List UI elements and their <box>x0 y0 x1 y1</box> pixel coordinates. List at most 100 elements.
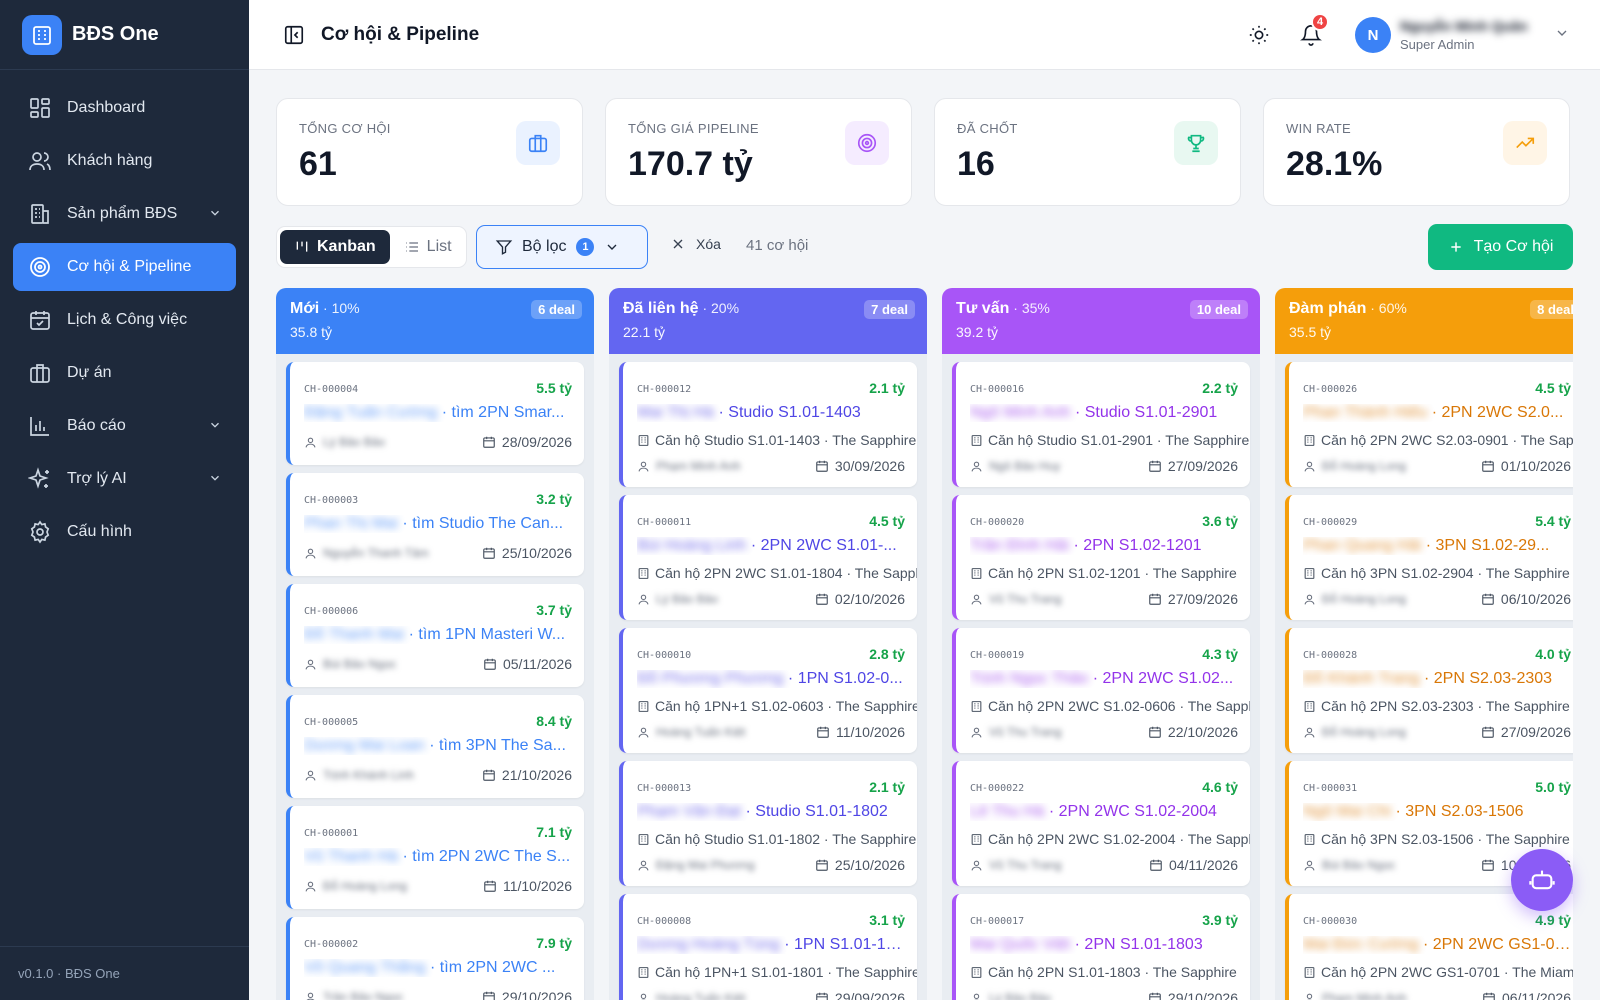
deal-card[interactable]: CH-000006 3.7 tỷ Đỗ Thanh Mai · tìm 1PN … <box>286 584 584 687</box>
deal-card[interactable]: CH-000022 4.6 tỷ Lê Thu Hà · 2PN 2WC S1.… <box>952 761 1250 886</box>
kanban-view-button[interactable]: Kanban <box>280 230 390 264</box>
card-footer: Nguyễn Thanh Tâm 25/10/2026 <box>304 545 572 561</box>
filter-icon <box>495 240 513 255</box>
deal-card[interactable]: CH-000012 2.1 tỷ Mai Thị Hà · Studio S1.… <box>619 362 917 487</box>
chevron-down-icon[interactable] <box>208 206 222 225</box>
due-date: 27/09/2026 <box>1481 724 1571 740</box>
deal-card[interactable]: CH-000029 5.4 tỷ Phan Quang Hải · 3PN S1… <box>1285 495 1573 620</box>
card-footer: Lý Bảo Bảo 02/10/2026 <box>637 591 905 607</box>
target-icon <box>27 254 53 280</box>
user-name: Nguyễn Minh Quân <box>1400 18 1528 34</box>
sidebar-item-calendar[interactable]: Lịch & Công việc <box>13 296 236 344</box>
owner: Lý Bảo Bảo <box>637 592 718 606</box>
deal-card[interactable]: CH-000028 4.0 tỷ Đỗ Khánh Trang · 2PN S2… <box>1285 628 1573 753</box>
deal-title: Ngô Minh Anh · Studio S1.01-2901 <box>970 404 1218 421</box>
due-date-text: 28/09/2026 <box>501 434 572 450</box>
deal-card[interactable]: CH-000005 8.4 tỷ Dương Mai Loan · tìm 3P… <box>286 695 584 798</box>
deal-card[interactable]: CH-000020 3.6 tỷ Trần Đình Hải · 2PN S1.… <box>952 495 1250 620</box>
owner-name: Vũ Thu Trang <box>989 725 1062 739</box>
sidebar-item-projects[interactable]: Dự án <box>13 349 236 397</box>
deal-card[interactable]: CH-000017 3.9 tỷ Mai Quốc Việt · 2PN S1.… <box>952 894 1250 1000</box>
create-deal-button[interactable]: Tạo Cơ hội <box>1428 224 1573 270</box>
chevron-down-icon[interactable] <box>208 471 222 490</box>
deal-card[interactable]: CH-000013 2.1 tỷ Phạm Văn Đạt · Studio S… <box>619 761 917 886</box>
robot-icon <box>1529 870 1555 890</box>
due-date: 11/10/2026 <box>483 878 572 894</box>
sidebar-item-customers[interactable]: Khách hàng <box>13 137 236 185</box>
deal-card[interactable]: CH-000001 7.1 tỷ Vũ Thanh Hà · tìm 2PN 2… <box>286 806 584 909</box>
product-name: Căn hộ 3PN S1.02-2904 · The Sapphire <box>1321 565 1570 581</box>
deal-title: Mai Quốc Việt · 2PN S1.01-1803 <box>970 936 1203 953</box>
sidebar-item-reports[interactable]: Báo cáo <box>13 402 236 450</box>
sidebar-item-ai-assistant[interactable]: Trợ lý AI <box>13 455 236 503</box>
owner-name: Đỗ Hoàng Long <box>1322 725 1407 739</box>
due-date: 06/10/2026 <box>1481 591 1571 607</box>
sidebar-collapse-icon[interactable] <box>282 23 306 47</box>
deal-value: 2.8 tỷ <box>869 646 905 662</box>
deal-card[interactable]: CH-000002 7.9 tỷ Võ Quang Thắng · tìm 2P… <box>286 917 584 1000</box>
owner: Phạm Minh Anh <box>1303 991 1407 1000</box>
stat-value: 16 <box>957 145 995 183</box>
theme-toggle-sun-icon[interactable] <box>1243 19 1275 51</box>
deal-card[interactable]: CH-000008 3.1 tỷ Dương Hoàng Tùng · 1PN … <box>619 894 917 1000</box>
calendar-icon <box>484 658 496 670</box>
deal-title: Phan Thị Mai · tìm Studio The Can... <box>304 515 564 532</box>
bell-icon[interactable]: 4 <box>1295 13 1329 51</box>
calendar-icon <box>816 593 828 605</box>
chevron-down-icon[interactable] <box>208 418 222 437</box>
card-footer: Trần Bảo Ngọc 29/10/2026 <box>304 989 572 1000</box>
calendar-icon <box>484 880 496 892</box>
calendar-icon <box>483 991 495 1000</box>
deal-title-text: 2PN 2WC S1.01-... <box>760 537 897 554</box>
calendar-icon <box>483 547 495 559</box>
ai-assistant-fab[interactable] <box>1511 849 1573 911</box>
owner-name: Bùi Bảo Ngọc <box>1322 858 1396 872</box>
clear-filter-button[interactable]: Xóa <box>670 236 721 252</box>
user-icon <box>1304 594 1315 604</box>
deal-title: Phan Thành Hiếu · 2PN 2WC S2.0... <box>1303 404 1564 421</box>
sidebar-item-products[interactable]: Sản phẩm BĐS <box>13 190 236 238</box>
product-name: Căn hộ Studio S1.01-1403 · The Sapphire <box>655 432 917 448</box>
sidebar-item-pipeline[interactable]: Cơ hội & Pipeline <box>13 243 236 291</box>
filter-button[interactable]: Bộ lọc 1 <box>476 225 648 269</box>
deal-card[interactable]: CH-000030 4.9 tỷ Mai Đức Cường · 2PN 2WC… <box>1285 894 1573 1000</box>
deal-card[interactable]: CH-000011 4.5 tỷ Bùi Hoàng Linh · 2PN 2W… <box>619 495 917 620</box>
column-total: 35.8 tỷ <box>290 324 333 340</box>
deal-title: Đỗ Thanh Mai · tìm 1PN Masteri W... <box>304 626 566 643</box>
deal-title-text: tìm Studio The Can... <box>412 515 564 532</box>
deal-card[interactable]: CH-000016 2.2 tỷ Ngô Minh Anh · Studio S… <box>952 362 1250 487</box>
list-view-button[interactable]: List <box>390 230 466 264</box>
list-icon <box>405 242 418 252</box>
product-name: Căn hộ 2PN S2.03-2303 · The Sapphire <box>1321 698 1570 714</box>
deal-title-text: Studio S1.01-1403 <box>728 404 861 421</box>
user-icon <box>640 993 647 1000</box>
due-date-text: 01/10/2026 <box>1500 458 1571 474</box>
due-date: 21/10/2026 <box>482 767 572 783</box>
column-title: Đã liên hệ <box>623 300 699 317</box>
chevron-down-icon[interactable] <box>1554 25 1570 46</box>
deal-card[interactable]: CH-000004 5.5 tỷ Đặng Tuấn Cường · tìm 2… <box>286 362 584 465</box>
chevron-down-icon <box>607 244 617 250</box>
deal-card[interactable]: CH-000003 3.2 tỷ Phan Thị Mai · tìm Stud… <box>286 473 584 576</box>
due-date: 29/09/2026 <box>815 990 905 1000</box>
owner: Hoàng Tuấn Kiệt <box>637 991 745 1000</box>
view-toggle: Kanban List <box>276 226 467 268</box>
deal-title-text: Studio S1.01-2901 <box>1084 404 1218 421</box>
customer-name: Phan Thành Hiếu <box>1303 404 1428 421</box>
deal-value: 3.6 tỷ <box>1202 513 1238 529</box>
kanban-icon <box>296 241 308 252</box>
deal-card[interactable]: CH-000010 2.8 tỷ Đỗ Phương Phương · 1PN … <box>619 628 917 753</box>
deal-card[interactable]: CH-000019 4.3 tỷ Trịnh Ngọc Thảo · 2PN 2… <box>952 628 1250 753</box>
brand[interactable]: BĐS One <box>0 0 249 70</box>
deal-code: CH-000026 <box>1303 384 1358 395</box>
deal-card[interactable]: CH-000026 4.5 tỷ Phan Thành Hiếu · 2PN 2… <box>1285 362 1573 487</box>
deal-code: CH-000013 <box>637 783 692 794</box>
calendar-icon <box>1482 726 1494 738</box>
due-date-text: 29/10/2026 <box>501 989 572 1000</box>
owner-name: Hoàng Tuấn Kiệt <box>656 991 746 1000</box>
user-menu[interactable]: N Nguyễn Minh Quân Super Admin <box>1355 17 1570 53</box>
building-icon <box>1304 567 1315 579</box>
due-date-text: 05/11/2026 <box>502 656 572 672</box>
sidebar-item-settings[interactable]: Cấu hình <box>13 508 236 556</box>
sidebar-item-dashboard[interactable]: Dashboard <box>13 84 236 132</box>
